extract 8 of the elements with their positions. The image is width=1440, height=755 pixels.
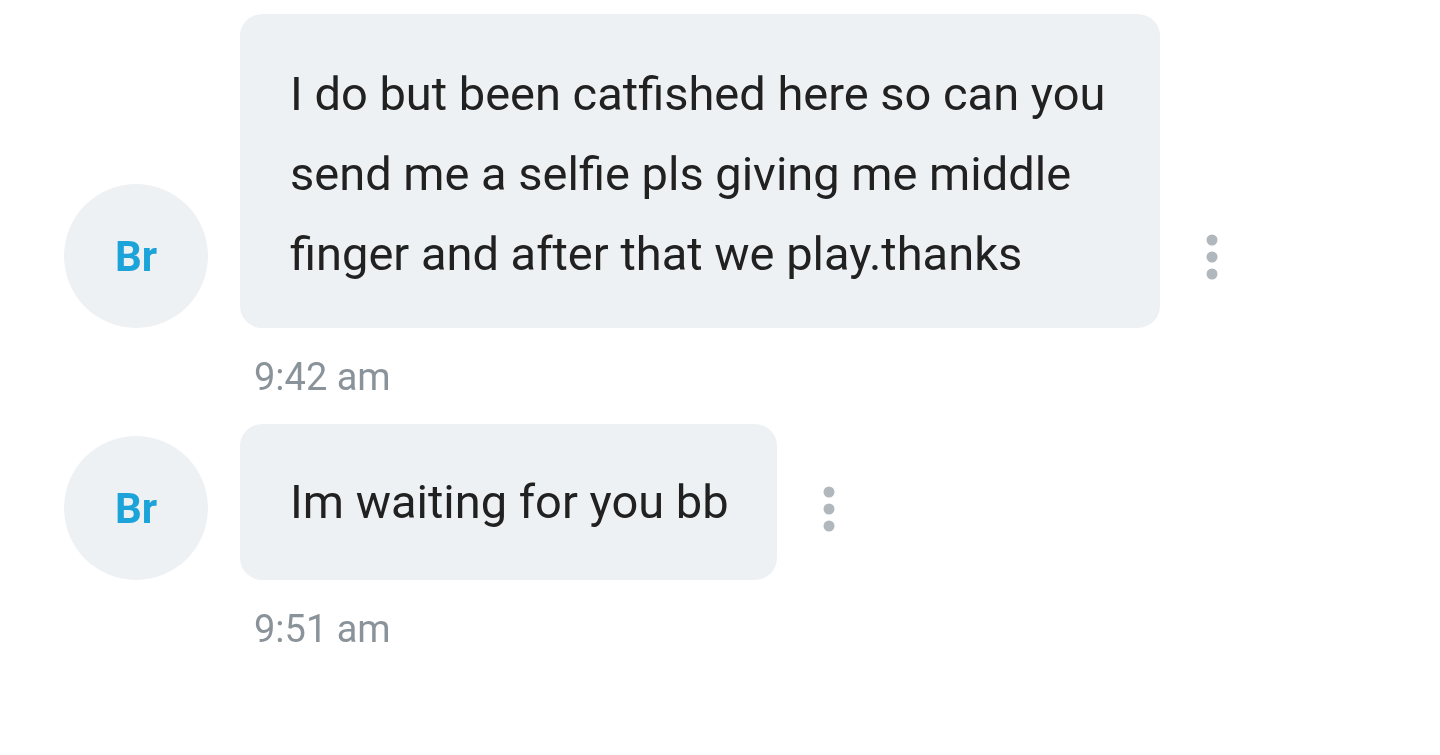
message-bubble: I do but been catfished here so can you send me a selfie pls giving me middle finger and after that we play.thanks: [240, 14, 1160, 328]
avatar[interactable]: Br: [64, 436, 208, 580]
message-time: 9:51 am: [254, 606, 392, 652]
more-options-icon[interactable]: [1206, 234, 1218, 280]
message-time: 9:42 am: [254, 354, 392, 400]
avatar[interactable]: Br: [64, 184, 208, 328]
more-options-icon[interactable]: [822, 486, 835, 532]
message-bubble: Im waiting for you bb: [240, 424, 777, 580]
